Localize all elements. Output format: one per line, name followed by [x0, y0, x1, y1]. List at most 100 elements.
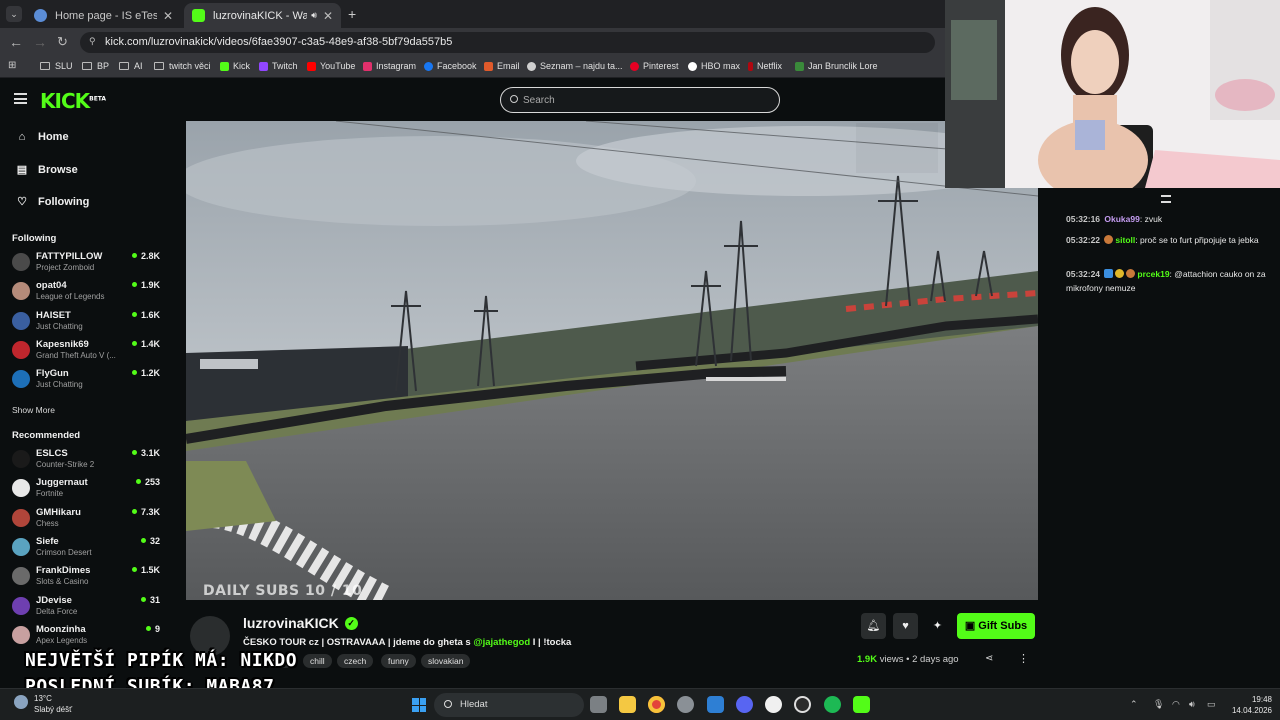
home-icon: ⌂: [18, 131, 26, 143]
site-info-icon[interactable]: ⚲: [89, 36, 96, 47]
reload-icon[interactable]: ↻: [57, 34, 68, 50]
channel-viewers: 1.2K: [132, 368, 160, 378]
file-explorer-icon[interactable]: [619, 696, 636, 713]
weather-icon[interactable]: [14, 695, 28, 709]
bookmark-ai[interactable]: AI: [119, 61, 143, 71]
sidebar-channel[interactable]: GMHikaru Chess 7.3K: [12, 507, 162, 533]
chat-message: 05:32:24 prcek19: @attachion cauko on za…: [1066, 269, 1266, 293]
gift-icon: ▣: [964, 620, 979, 632]
chrome-icon[interactable]: [648, 696, 665, 713]
tag-funny[interactable]: funny: [381, 654, 416, 668]
show-more-link[interactable]: Show More: [12, 405, 55, 415]
chat-filter-icon[interactable]: [1161, 195, 1171, 203]
task-view-icon[interactable]: [590, 696, 607, 713]
sidebar-channel[interactable]: JDevise Delta Force 31: [12, 595, 162, 621]
sidebar-channel[interactable]: FlyGun Just Chatting 1.2K: [12, 368, 162, 394]
channel-name: HAISET: [36, 309, 71, 321]
tag-chill[interactable]: chill: [303, 654, 332, 668]
itunes-icon[interactable]: [765, 696, 782, 713]
tag-czech[interactable]: czech: [337, 654, 374, 668]
sidebar-channel[interactable]: Juggernaut Fortnite 253: [12, 477, 162, 503]
tag-slovakian[interactable]: slovakian: [421, 654, 471, 668]
close-tab-icon[interactable]: ✕: [163, 9, 173, 23]
bookmark-kick[interactable]: Kick: [220, 61, 250, 71]
channel-category: Fortnite: [36, 489, 64, 499]
sidebar-channel[interactable]: FATTYPILLOW Project Zomboid 2.8K: [12, 251, 162, 277]
apps-icon[interactable]: ⊞: [8, 60, 16, 71]
sidebar-channel[interactable]: Siefe Crimson Desert 32: [12, 536, 162, 562]
gift-subs-button[interactable]: ▣ Gift Subs: [957, 613, 1035, 639]
close-tab-icon[interactable]: ✕: [323, 9, 333, 23]
sidebar-channel[interactable]: FrankDimes Slots & Casino 1.5K: [12, 565, 162, 591]
tab-list-button[interactable]: ⌄: [6, 6, 22, 22]
battery-icon[interactable]: ▭: [1207, 699, 1216, 710]
channel-viewers: 31: [141, 595, 160, 605]
bookmark-hbo-max[interactable]: HBO max: [688, 61, 740, 71]
instagram-icon: [363, 61, 372, 71]
taskbar-clock[interactable]: 19:48 14.04.2026: [1228, 694, 1272, 716]
channel-viewers: 2.8K: [132, 251, 160, 261]
bookmark-jan-brunclik-lore[interactable]: Jan Brunclik Lore: [795, 61, 878, 71]
settings-icon[interactable]: [677, 696, 694, 713]
bookmark-twitch-veci[interactable]: twitch věci: [154, 61, 211, 71]
photos-icon[interactable]: [707, 696, 724, 713]
obs-icon[interactable]: [794, 696, 811, 713]
sidebar-channel[interactable]: HAISET Just Chatting 1.6K: [12, 310, 162, 336]
speaker-icon[interactable]: 🔊︎: [311, 10, 317, 21]
more-options-icon[interactable]: ⋮: [1018, 652, 1029, 665]
user-badge-icon: [1115, 269, 1125, 278]
sidebar-channel[interactable]: ESLCS Counter-Strike 2 3.1K: [12, 448, 162, 474]
chat-message: 05:32:16 Okuka99: zvuk: [1066, 214, 1163, 224]
bookmark-email[interactable]: Email: [484, 61, 520, 71]
video-player[interactable]: [186, 121, 1038, 600]
url-text: kick.com/luzrovinakick/videos/6fae3907-c…: [105, 36, 453, 48]
tab-kick[interactable]: luzrovinaKICK - Watch the V 🔊︎ ✕: [184, 3, 341, 28]
follow-button[interactable]: ♥: [893, 613, 918, 639]
title-mention-link[interactable]: @jajathegod: [473, 637, 530, 648]
bookmark-instagram[interactable]: Instagram: [363, 61, 416, 71]
channel-name: Kapesnik69: [36, 338, 89, 350]
wifi-icon[interactable]: ◠: [1172, 699, 1180, 710]
forward-icon[interactable]: →: [33, 34, 47, 50]
kick-logo[interactable]: KICKBETA: [40, 89, 106, 113]
volume-icon[interactable]: 🔊︎: [1189, 699, 1195, 710]
weather-widget[interactable]: 13°C Slabý déšť: [34, 693, 72, 715]
bookmark-slu[interactable]: SLU: [40, 61, 73, 71]
chat-username[interactable]: prcek19: [1137, 269, 1169, 279]
windows-start-icon[interactable]: [412, 698, 426, 712]
tray-chevron-icon[interactable]: ⌃: [1130, 699, 1138, 710]
menu-icon[interactable]: [14, 93, 27, 104]
url-field[interactable]: ⚲ kick.com/luzrovinakick/videos/6fae3907…: [80, 32, 935, 53]
bookmark-twitch[interactable]: Twitch: [259, 61, 298, 71]
kick-app-icon[interactable]: [853, 696, 870, 713]
sparkle-icon: ✦: [932, 620, 943, 632]
chat-username[interactable]: Okuka99: [1104, 214, 1139, 224]
spotify-icon[interactable]: [824, 696, 841, 713]
tab-title: Home page - IS eTesty: [55, 9, 157, 22]
bookmark-youtube[interactable]: YouTube: [307, 61, 355, 71]
bookmark-seznam[interactable]: Seznam – najdu ta...: [527, 61, 623, 71]
bookmark-bp[interactable]: BP: [82, 61, 109, 71]
taskbar-search-input[interactable]: Hledat: [434, 693, 584, 717]
sidebar-channel[interactable]: opat04 League of Legends 1.9K: [12, 280, 162, 306]
discord-icon[interactable]: [736, 696, 753, 713]
new-tab-button[interactable]: +: [348, 6, 356, 22]
search-input[interactable]: Search: [500, 87, 780, 113]
nav-browse[interactable]: ▤ Browse: [16, 163, 78, 177]
notification-bell-button[interactable]: 🔔︎: [861, 613, 886, 639]
share-icon[interactable]: ⋖: [985, 653, 993, 664]
streamer-name[interactable]: luzrovinaKICK ✓: [243, 615, 358, 631]
chat-username[interactable]: sitoll: [1115, 235, 1135, 245]
microphone-icon[interactable]: 🎙︎: [1153, 699, 1164, 710]
nav-home[interactable]: ⌂ Home: [16, 131, 69, 143]
channel-avatar: [12, 567, 30, 586]
clip-button[interactable]: ✦: [925, 613, 950, 639]
bookmark-facebook[interactable]: Facebook: [424, 61, 477, 71]
sidebar-channel[interactable]: Kapesnik69 Grand Theft Auto V (... 1.4K: [12, 339, 162, 365]
sidebar-channel[interactable]: Moonzinha Apex Legends 9: [12, 624, 162, 650]
bookmark-pinterest[interactable]: Pinterest: [630, 61, 679, 71]
bookmark-netflix[interactable]: Netflix: [748, 61, 782, 71]
back-icon[interactable]: ←: [9, 34, 23, 50]
nav-following[interactable]: ♡ Following: [16, 195, 89, 209]
tab-etesty[interactable]: Home page - IS eTesty ✕: [26, 3, 181, 28]
